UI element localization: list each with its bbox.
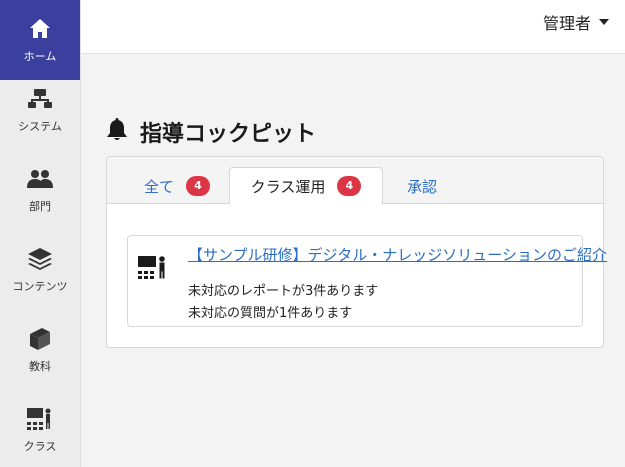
page-title: 指導コックピット: [106, 116, 316, 148]
cockpit-card: 全て 4 クラス運用 4 承認 【サンプル研修】デジタル・ナレッジソリューション…: [106, 156, 607, 348]
list-item: 【サンプル研修】デジタル・ナレッジソリューションのご紹介 未対応のレポートが3件…: [127, 235, 607, 327]
home-icon: [27, 16, 53, 42]
caret-down-icon: [599, 19, 609, 25]
count-badge: 4: [186, 176, 210, 196]
user-name: 管理者: [542, 14, 591, 33]
tab-label: 全て: [143, 177, 174, 196]
count-badge: 4: [337, 176, 362, 196]
sidebar-item-system[interactable]: システム: [0, 70, 80, 150]
tab-approval[interactable]: 承認: [387, 167, 457, 205]
book-icon: [27, 326, 53, 352]
sidebar-item-class[interactable]: クラス: [0, 390, 80, 467]
sidebar-item-label: コンテンツ: [12, 280, 68, 293]
tab-label: 承認: [406, 177, 437, 196]
sidebar-item-label: 教科: [29, 360, 51, 373]
teacher-icon: [138, 256, 168, 280]
sidebar-item-label: クラス: [23, 440, 57, 453]
sidebar-item-label: ホーム: [23, 50, 57, 63]
layers-icon: [27, 246, 53, 272]
tabs-bar: 全て 4 クラス運用 4 承認: [107, 157, 603, 205]
page-title-text: 指導コックピット: [140, 122, 317, 147]
sidebar-item-contents[interactable]: コンテンツ: [0, 230, 80, 310]
tab-label: クラス運用: [250, 177, 326, 196]
pending-question-text: 未対応の質問が1件あります: [188, 306, 353, 321]
teacher-icon: [27, 406, 53, 432]
sidebar-item-department[interactable]: 部門: [0, 150, 80, 230]
sitemap-icon: [27, 86, 53, 112]
sidebar-item-home[interactable]: ホーム: [0, 0, 80, 80]
sidebar-item-label: 部門: [29, 200, 51, 213]
sidebar-item-label: システム: [18, 120, 62, 133]
top-header: 管理者: [81, 0, 625, 54]
tab-class-operation[interactable]: クラス運用 4: [229, 167, 383, 205]
sidebar-item-subject[interactable]: 教科: [0, 310, 80, 390]
users-icon: [27, 166, 53, 192]
pending-report-text: 未対応のレポートが3件あります: [188, 284, 379, 299]
bell-icon: [106, 118, 128, 146]
tab-all[interactable]: 全て 4: [125, 167, 229, 205]
course-link[interactable]: 【サンプル研修】デジタル・ナレッジソリューションのご紹介: [188, 244, 607, 265]
user-menu-button[interactable]: 管理者: [543, 10, 609, 34]
sidebar: ホーム システム 部門 コンテンツ 教科 クラス: [0, 0, 81, 467]
